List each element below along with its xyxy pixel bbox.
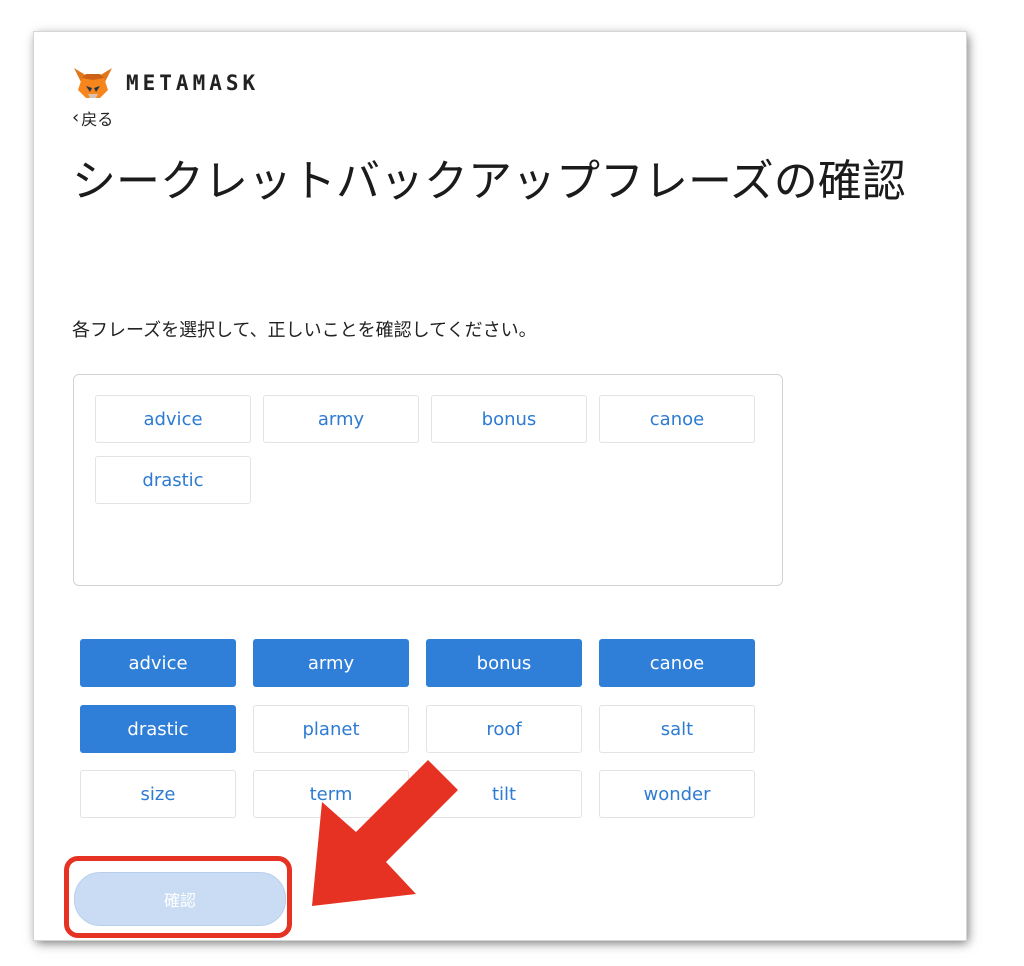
word-bank-item[interactable]: size [80,770,236,818]
selected-phrase-area: advice army bonus canoe drastic [73,374,783,586]
metamask-window: METAMASK ‹ 戻る シークレットバックアップフレーズの確認 各フレーズを… [34,32,966,940]
word-bank-item[interactable]: term [253,770,409,818]
word-bank-item[interactable]: bonus [426,639,582,687]
selected-word[interactable]: bonus [431,395,587,443]
selected-word[interactable]: canoe [599,395,755,443]
word-bank-item[interactable]: planet [253,705,409,753]
back-label: 戻る [81,110,114,129]
word-bank-item[interactable]: salt [599,705,755,753]
word-bank-item[interactable]: army [253,639,409,687]
selected-word[interactable]: advice [95,395,251,443]
word-bank-item[interactable]: advice [80,639,236,687]
word-bank-item[interactable]: tilt [426,770,582,818]
word-bank-item[interactable]: roof [426,705,582,753]
chevron-left-icon: ‹ [72,107,80,128]
instruction-text: 各フレーズを選択して、正しいことを確認してください。 [72,320,537,341]
fox-icon [74,68,112,98]
word-bank-item[interactable]: drastic [80,705,236,753]
brand-name: METAMASK [126,71,260,95]
word-bank-item[interactable]: canoe [599,639,755,687]
brand-logo: METAMASK [72,66,259,100]
annotation-highlight-box [64,856,292,938]
word-bank-item[interactable]: wonder [599,770,755,818]
back-link[interactable]: ‹ 戻る [72,106,113,130]
selected-word[interactable]: army [263,395,419,443]
page-title: シークレットバックアップフレーズの確認 [72,156,906,207]
selected-word[interactable]: drastic [95,456,251,504]
